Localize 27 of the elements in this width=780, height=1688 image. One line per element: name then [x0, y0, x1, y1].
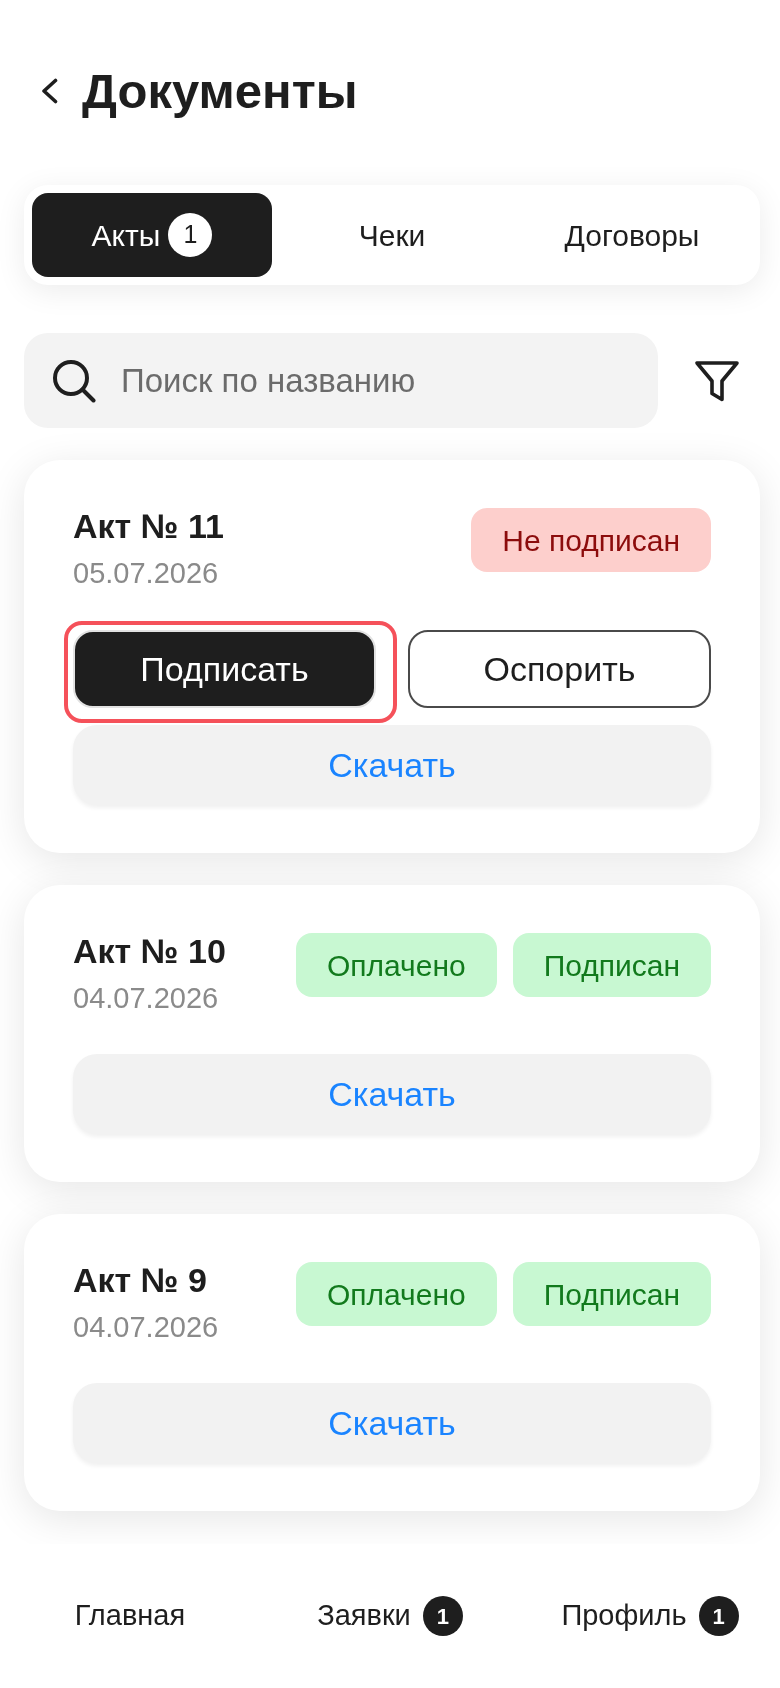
tab[interactable]: Договоры — [512, 193, 752, 277]
status-tag: Не подписан — [471, 508, 711, 572]
document-title: Акт № 10 — [73, 931, 226, 971]
status-tag: Оплачено — [295, 1262, 497, 1326]
document-title: Акт № 11 — [73, 506, 224, 546]
nav-item[interactable]: Заявки 1 — [317, 1594, 463, 1638]
search-field[interactable]: Поиск по названию — [24, 333, 658, 428]
status-tag: Подписан — [512, 933, 711, 997]
status-tag: Оплачено — [295, 933, 497, 997]
sign-button[interactable]: Подписать — [73, 630, 376, 708]
back-icon[interactable] — [40, 78, 59, 104]
filter-icon[interactable] — [694, 359, 740, 402]
page-title: Документы — [82, 63, 358, 119]
nav-item[interactable]: Главная — [74, 1594, 186, 1638]
document-date: 05.07.2026 — [73, 556, 220, 590]
status-tag: Подписан — [512, 1262, 711, 1326]
count-badge: 1 — [168, 213, 213, 257]
count-badge: 1 — [698, 1596, 739, 1636]
document-date: 04.07.2026 — [73, 1310, 219, 1344]
nav-item[interactable]: Профиль 1 — [561, 1594, 739, 1638]
document-title: Акт № 9 — [73, 1260, 208, 1300]
tab[interactable]: Чеки — [272, 193, 512, 277]
count-badge: 1 — [422, 1596, 463, 1636]
tab[interactable]: Акты 1 — [32, 193, 272, 277]
document-date: 04.07.2026 — [73, 981, 220, 1015]
search-icon — [52, 359, 96, 403]
action-button[interactable]: Оспорить — [408, 630, 711, 708]
